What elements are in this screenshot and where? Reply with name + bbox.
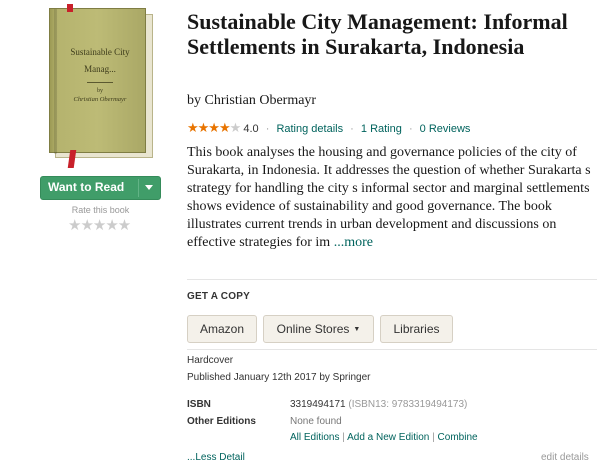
rating-row: ★★★★★ 4.0 · Rating details · 1 Rating · … bbox=[187, 120, 470, 136]
all-editions-link[interactable]: All Editions bbox=[290, 432, 339, 443]
by-prefix: by bbox=[187, 93, 201, 108]
online-stores-label: Online Stores bbox=[276, 322, 350, 336]
book-face: Sustainable City Manag... by Christian O… bbox=[49, 8, 146, 154]
want-to-read-separator bbox=[138, 179, 139, 197]
isbn-value: 3319494171 (ISBN13: 9783319494173) bbox=[290, 399, 467, 410]
edition-links: All Editions | Add a New Edition | Combi… bbox=[290, 432, 478, 443]
isbn13-number: (ISBN13: 9783319494173) bbox=[348, 399, 468, 410]
amazon-button[interactable]: Amazon bbox=[187, 315, 257, 343]
want-to-read-button[interactable]: Want to Read bbox=[40, 176, 161, 200]
caret-down-icon: ▼ bbox=[353, 325, 361, 333]
rating-stars-empty-icon: ★ bbox=[229, 120, 242, 135]
description-text: This book analyses the housing and gover… bbox=[187, 145, 591, 250]
rating-stars-filled-icon: ★★★★ bbox=[187, 120, 231, 135]
get-a-copy-header: GET A COPY bbox=[187, 291, 250, 302]
more-link[interactable]: ...more bbox=[334, 235, 373, 250]
publication-info: Published January 12th 2017 by Springer bbox=[187, 372, 371, 383]
combine-link[interactable]: Combine bbox=[438, 432, 478, 443]
bookmark-ribbon-top bbox=[67, 4, 73, 12]
rate-this-book-label: Rate this book bbox=[71, 205, 130, 215]
other-editions-value: None found bbox=[290, 416, 342, 427]
author-link[interactable]: Christian Obermayr bbox=[205, 93, 317, 108]
libraries-button[interactable]: Libraries bbox=[380, 315, 453, 343]
cover-author: Christian Obermayr bbox=[73, 96, 127, 103]
book-title: Sustainable City Management: Informal Se… bbox=[187, 9, 568, 59]
libraries-button-label: Libraries bbox=[393, 322, 440, 336]
edit-details-link[interactable]: edit details bbox=[541, 452, 589, 463]
rating-details-link[interactable]: Rating details bbox=[276, 123, 343, 135]
separator-dot: · bbox=[265, 123, 270, 135]
add-new-edition-link[interactable]: Add a New Edition bbox=[347, 432, 429, 443]
cover-divider bbox=[87, 82, 113, 83]
book-cover[interactable]: Sustainable City Manag... by Christian O… bbox=[49, 4, 153, 168]
want-to-read-label[interactable]: Want to Read bbox=[48, 180, 124, 194]
average-rating: 4.0 bbox=[243, 123, 259, 135]
ratings-count-link[interactable]: 1 Rating bbox=[361, 123, 402, 135]
separator-dot: · bbox=[350, 123, 354, 135]
cover-title: Sustainable City Manag... bbox=[70, 47, 130, 74]
cover-by: by bbox=[97, 88, 103, 94]
divider bbox=[187, 279, 597, 280]
link-separator: | bbox=[432, 432, 435, 443]
chevron-down-icon[interactable] bbox=[145, 185, 153, 190]
reviews-count-link[interactable]: 0 Reviews bbox=[420, 123, 471, 135]
link-separator: | bbox=[342, 432, 345, 443]
book-description: This book analyses the housing and gover… bbox=[187, 144, 593, 252]
less-detail-link[interactable]: ...Less Detail bbox=[187, 452, 245, 463]
author-line: by Christian Obermayr bbox=[187, 93, 316, 109]
bookmark-ribbon-icon bbox=[67, 150, 77, 168]
amazon-button-label: Amazon bbox=[199, 322, 245, 336]
isbn-number: 3319494171 bbox=[290, 399, 346, 410]
other-editions-label: Other Editions bbox=[187, 416, 256, 427]
book-cover-image[interactable]: Sustainable City Manag... by Christian O… bbox=[49, 4, 153, 168]
separator-dot: · bbox=[408, 123, 413, 135]
online-stores-dropdown[interactable]: Online Stores ▼ bbox=[263, 315, 374, 343]
book-spine bbox=[54, 9, 57, 154]
divider bbox=[187, 349, 597, 350]
isbn-label: ISBN bbox=[187, 399, 211, 410]
book-format: Hardcover bbox=[187, 355, 234, 366]
rate-stars-input[interactable]: ★★★★★ bbox=[68, 216, 131, 234]
